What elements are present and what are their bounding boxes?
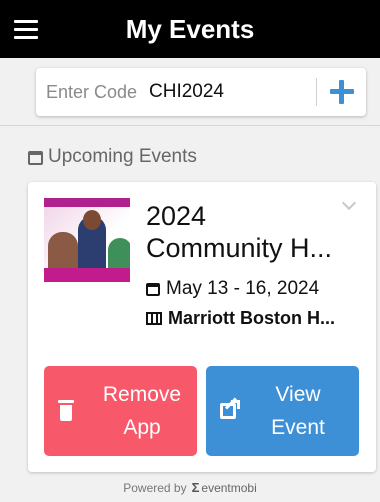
eventmobi-logo-icon: Σ xyxy=(191,480,200,495)
map-icon xyxy=(146,312,162,325)
event-title-line2: Community H... xyxy=(146,233,333,263)
external-link-icon xyxy=(220,397,240,420)
plus-icon[interactable] xyxy=(328,78,356,106)
page-title: My Events xyxy=(125,14,255,44)
event-title[interactable]: 2024 Community H... xyxy=(146,200,346,264)
brand-name: eventmobi xyxy=(201,480,257,495)
view-event-label: View Event xyxy=(271,383,325,439)
calendar-icon xyxy=(28,151,43,165)
code-divider xyxy=(316,78,317,106)
event-date-text: May 13 - 16, 2024 xyxy=(166,278,320,299)
section-title: Upcoming Events xyxy=(48,146,197,167)
powered-by-text: Powered by xyxy=(123,480,187,495)
code-entry-section: Enter Code xyxy=(0,58,380,126)
remove-app-label: Remove App xyxy=(102,383,182,439)
event-thumbnail[interactable] xyxy=(44,198,130,282)
trash-icon xyxy=(58,400,74,422)
calendar-icon xyxy=(146,282,160,296)
footer: Powered by Σ eventmobi xyxy=(0,480,380,495)
code-entry-box: Enter Code xyxy=(36,68,366,116)
event-title-line1: 2024 xyxy=(146,201,207,231)
event-card[interactable]: 2024 Community H... May 13 - 16, 2024 Ma… xyxy=(28,182,376,472)
remove-app-button[interactable]: Remove App xyxy=(44,366,197,456)
top-bar: My Events xyxy=(0,0,380,58)
view-event-button[interactable]: View Event xyxy=(206,366,359,456)
event-date: May 13 - 16, 2024 xyxy=(146,278,319,300)
section-heading: Upcoming Events xyxy=(28,146,197,168)
event-venue-text: Marriott Boston H... xyxy=(168,308,335,328)
event-code-input[interactable] xyxy=(149,77,309,107)
code-label: Enter Code xyxy=(46,82,138,102)
event-venue: Marriott Boston H... xyxy=(146,308,351,329)
